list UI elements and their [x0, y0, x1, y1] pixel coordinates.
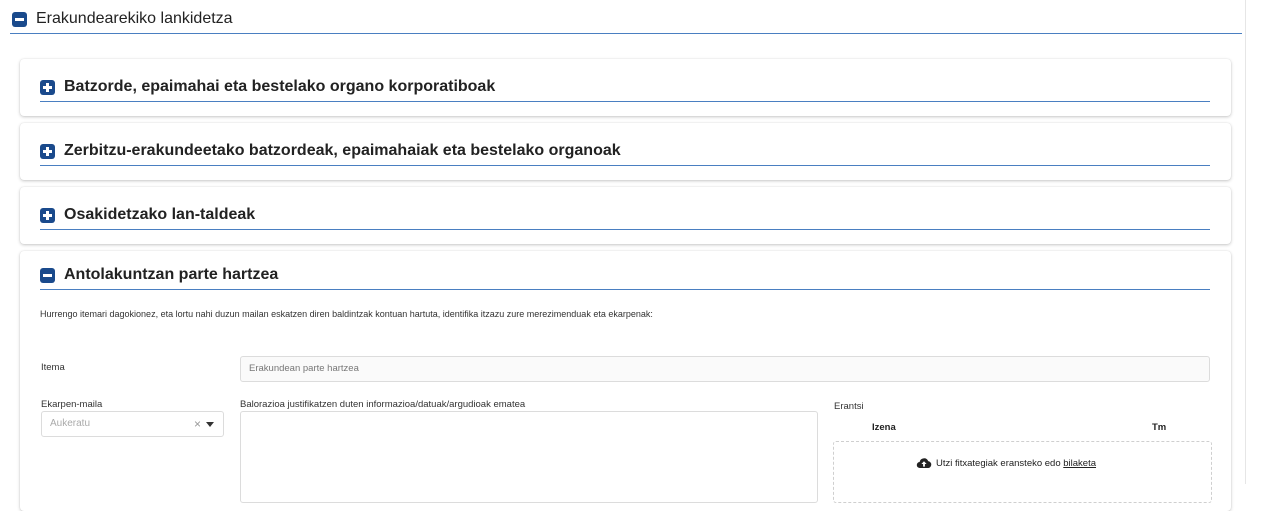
item-field: Erakundean parte hartzea	[240, 356, 1210, 382]
col-name-header: Izena	[872, 422, 896, 433]
panel-title: Osakidetzako lan-taldeak	[64, 206, 256, 223]
level-placeholder: Aukeratu	[50, 418, 91, 429]
panel-antolakuntza: Antolakuntzan parte hartzea Hurrengo ite…	[20, 251, 1231, 511]
section-title: Erakundearekiko lankidetza	[36, 10, 233, 27]
dropzone-message: Utzi fitxategiak eransteko edo	[936, 458, 1064, 469]
panel-header[interactable]: Batzorde, epaimahai eta bestelako organo…	[40, 77, 1210, 102]
expand-icon[interactable]	[40, 144, 55, 159]
justification-label: Balorazioa justifikatzen duten informazi…	[240, 399, 526, 410]
justification-textarea[interactable]	[240, 411, 818, 503]
attach-label: Erantsi	[834, 401, 864, 412]
dropzone-text: Utzi fitxategiak eransteko edo bilaketa	[936, 458, 1096, 469]
panel-batzorde: Batzorde, epaimahai eta bestelako organo…	[20, 59, 1231, 116]
section-header[interactable]: Erakundearekiko lankidetza	[10, 9, 1242, 34]
panel-header[interactable]: Osakidetzako lan-taldeak	[40, 205, 1210, 230]
panel-title: Antolakuntzan parte hartzea	[64, 266, 279, 283]
panel-title: Zerbitzu-erakundeetako batzordeak, epaim…	[64, 142, 621, 159]
expand-icon[interactable]	[40, 208, 55, 223]
chevron-down-icon[interactable]	[206, 422, 214, 427]
panel-zerbitzu: Zerbitzu-erakundeetako batzordeak, epaim…	[20, 123, 1231, 180]
col-size-header: Tm	[1152, 422, 1167, 433]
panel-header[interactable]: Zerbitzu-erakundeetako batzordeak, epaim…	[40, 141, 1210, 166]
scrollbar[interactable]	[1245, 0, 1276, 484]
level-label: Ekarpen-maila	[41, 399, 103, 410]
panel-osakidetza: Osakidetzako lan-taldeak	[20, 187, 1231, 244]
expand-icon[interactable]	[40, 80, 55, 95]
collapse-icon[interactable]	[40, 268, 55, 283]
panel-header[interactable]: Antolakuntzan parte hartzea	[40, 265, 1210, 290]
item-label: Itema	[41, 362, 65, 373]
clear-icon[interactable]: ×	[194, 412, 201, 436]
file-dropzone[interactable]: Utzi fitxategiak eransteko edo bilaketa	[833, 441, 1212, 503]
browse-link[interactable]: bilaketa	[1063, 458, 1096, 469]
cloud-upload-icon	[916, 458, 932, 469]
level-select[interactable]: Aukeratu ×	[41, 411, 224, 437]
panel-title: Batzorde, epaimahai eta bestelako organo…	[64, 78, 496, 95]
intro-text: Hurrengo itemari dagokionez, eta lortu n…	[40, 309, 653, 319]
collapse-icon[interactable]	[12, 12, 27, 27]
